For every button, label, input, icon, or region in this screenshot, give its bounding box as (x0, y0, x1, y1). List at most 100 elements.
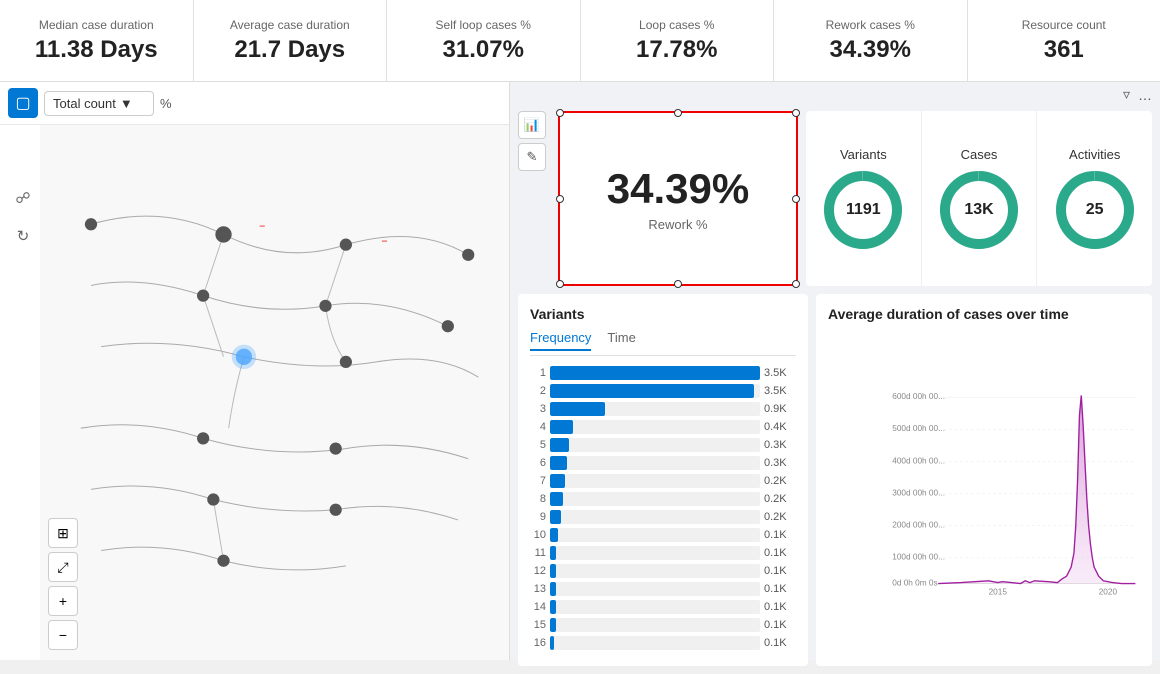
handle-tm (674, 109, 682, 117)
metric-card-1: Average case duration 21.7 Days (194, 0, 388, 81)
variants-panel: Variants Frequency Time 1 3.5K 2 3.5K 3 … (518, 294, 808, 666)
variant-num-0: 1 (530, 367, 546, 379)
variants-tabs: Frequency Time (530, 330, 796, 356)
grid-view-btn[interactable]: ⊞ (48, 518, 78, 548)
variant-row-7[interactable]: 8 0.2K (530, 492, 796, 506)
variant-bar-14 (550, 618, 556, 632)
variant-bar-container-5 (550, 456, 760, 470)
metric-value-1: 21.7 Days (234, 36, 345, 64)
variant-num-5: 6 (530, 457, 546, 469)
metric-label-0: Median case duration (39, 18, 154, 32)
variant-num-12: 13 (530, 583, 546, 595)
variants-list: 1 3.5K 2 3.5K 3 0.9K 4 0.4K 5 0.3K 6 0. (530, 366, 796, 650)
variant-val-9: 0.1K (764, 529, 796, 541)
variant-bar-container-2 (550, 402, 760, 416)
bar-chart-tool-btn[interactable]: 📊 (518, 111, 546, 139)
process-map-btn[interactable]: ▢ (8, 88, 38, 118)
variant-row-10[interactable]: 11 0.1K (530, 546, 796, 560)
stat-label-1: Cases (961, 147, 998, 162)
variant-bar-0 (550, 366, 760, 380)
variant-bar-8 (550, 510, 561, 524)
svg-text:400d 00h 00...: 400d 00h 00... (892, 456, 945, 465)
variant-row-15[interactable]: 16 0.1K (530, 636, 796, 650)
variant-bar-4 (550, 438, 569, 452)
metric-label-1: Average case duration (230, 18, 350, 32)
svg-text:200d 00h 00...: 200d 00h 00... (892, 521, 945, 530)
variant-row-4[interactable]: 5 0.3K (530, 438, 796, 452)
variant-val-14: 0.1K (764, 619, 796, 631)
variant-val-7: 0.2K (764, 493, 796, 505)
top-right-header: ▿ … (510, 82, 1160, 103)
tab-frequency[interactable]: Frequency (530, 330, 591, 351)
metric-value-4: 34.39% (830, 36, 911, 64)
zoom-out-btn[interactable]: − (48, 620, 78, 650)
more-options-btn[interactable]: … (1138, 86, 1152, 103)
variant-bar-container-4 (550, 438, 760, 452)
svg-text:500d 00h 00...: 500d 00h 00... (892, 424, 945, 433)
stat-circle-item-0: Variants 1191 (806, 111, 922, 286)
metric-value-3: 17.78% (636, 36, 717, 64)
variant-row-14[interactable]: 15 0.1K (530, 618, 796, 632)
variant-val-0: 3.5K (764, 367, 796, 379)
variant-val-4: 0.3K (764, 439, 796, 451)
metric-card-5: Resource count 361 (968, 0, 1160, 81)
variant-num-8: 9 (530, 511, 546, 523)
fit-view-btn[interactable]: ⤢ (48, 552, 78, 582)
variant-bar-15 (550, 636, 554, 650)
svg-text:2015: 2015 (989, 588, 1008, 597)
total-count-dropdown[interactable]: Total count ▼ (44, 91, 154, 116)
tab-time[interactable]: Time (607, 330, 635, 351)
variant-row-13[interactable]: 14 0.1K (530, 600, 796, 614)
variant-num-1: 2 (530, 385, 546, 397)
variant-row-6[interactable]: 7 0.2K (530, 474, 796, 488)
variant-bar-container-6 (550, 474, 760, 488)
variant-row-9[interactable]: 10 0.1K (530, 528, 796, 542)
chart-toolbar: 📊 ✎ (518, 111, 546, 286)
variant-val-11: 0.1K (764, 565, 796, 577)
refresh-sidebar-icon[interactable]: ↻ (8, 221, 38, 251)
filter-btn[interactable]: ▿ (1123, 86, 1130, 103)
stat-value-0: 1191 (846, 201, 881, 219)
svg-text:2020: 2020 (1099, 588, 1118, 597)
process-map-area: − − ⊞ ⤢ + − (40, 125, 509, 660)
zoom-in-btn[interactable]: + (48, 586, 78, 616)
pct-label: % (160, 96, 172, 111)
bottom-right: Variants Frequency Time 1 3.5K 2 3.5K 3 … (510, 294, 1160, 674)
variant-bar-container-8 (550, 510, 760, 524)
variant-val-12: 0.1K (764, 583, 796, 595)
variant-num-10: 11 (530, 547, 546, 559)
variant-row-2[interactable]: 3 0.9K (530, 402, 796, 416)
variant-row-12[interactable]: 13 0.1K (530, 582, 796, 596)
variant-bar-container-13 (550, 600, 760, 614)
variant-val-1: 3.5K (764, 385, 796, 397)
variant-bar-container-11 (550, 564, 760, 578)
variant-bar-container-12 (550, 582, 760, 596)
variant-bar-container-15 (550, 636, 760, 650)
dropdown-arrow-icon: ▼ (120, 96, 133, 111)
metrics-bar: Median case duration 11.38 Days Average … (0, 0, 1160, 82)
variant-row-3[interactable]: 4 0.4K (530, 420, 796, 434)
variant-bar-2 (550, 402, 605, 416)
duration-chart-area: 600d 00h 00... 500d 00h 00... 400d 00h 0… (828, 330, 1140, 648)
filter-sidebar-icon[interactable]: ☍ (8, 183, 38, 213)
variant-row-11[interactable]: 12 0.1K (530, 564, 796, 578)
sidebar-icons: ☍ ↻ (4, 175, 42, 259)
top-right-widgets: 📊 ✎ 34.39% Rework % Variants (510, 103, 1160, 294)
svg-text:300d 00h 00...: 300d 00h 00... (892, 488, 945, 497)
variant-bar-3 (550, 420, 573, 434)
variant-num-6: 7 (530, 475, 546, 487)
cursor-tool-btn[interactable]: ✎ (518, 143, 546, 171)
variant-row-8[interactable]: 9 0.2K (530, 510, 796, 524)
dropdown-label: Total count (53, 96, 116, 111)
variant-row-5[interactable]: 6 0.3K (530, 456, 796, 470)
right-panel: ▿ … 📊 ✎ 34.39% Rework % (510, 82, 1160, 660)
handle-bl (556, 280, 564, 288)
variant-num-2: 3 (530, 403, 546, 415)
variant-row-1[interactable]: 2 3.5K (530, 384, 796, 398)
duration-title: Average duration of cases over time (828, 306, 1140, 322)
variant-num-14: 15 (530, 619, 546, 631)
rework-widget: 34.39% Rework % (558, 111, 798, 286)
variant-row-0[interactable]: 1 3.5K (530, 366, 796, 380)
stat-circle-item-2: Activities 25 (1037, 111, 1152, 286)
variant-val-15: 0.1K (764, 637, 796, 649)
